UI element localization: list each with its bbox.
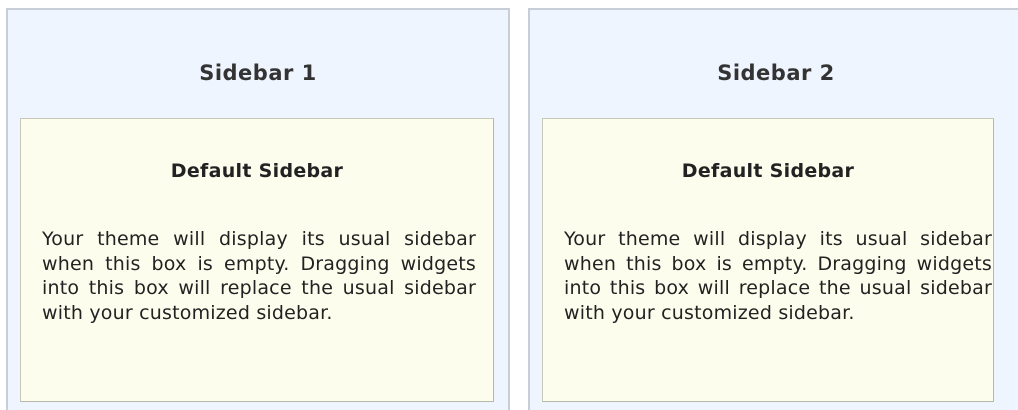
drop-box-description: Your theme will display its usual sideba…	[42, 228, 476, 324]
widget-drop-box[interactable]: Default Sidebar Your theme will display …	[20, 118, 494, 402]
sidebar-title[interactable]: Sidebar 2	[530, 58, 1018, 88]
drop-box-description: Your theme will display its usual sideba…	[564, 228, 992, 324]
sidebar-panel-1: Sidebar 1 Default Sidebar Your theme wil…	[6, 8, 510, 410]
widget-drop-box[interactable]: Default Sidebar Your theme will display …	[542, 118, 994, 402]
sidebar-panel-2: Sidebar 2 Default Sidebar Your theme wil…	[528, 8, 1018, 410]
drop-box-title: Default Sidebar	[170, 160, 344, 182]
widgets-page: Sidebar 1 Default Sidebar Your theme wil…	[0, 0, 1018, 410]
sidebar-title[interactable]: Sidebar 1	[8, 58, 508, 88]
drop-box-title: Default Sidebar	[681, 160, 855, 182]
